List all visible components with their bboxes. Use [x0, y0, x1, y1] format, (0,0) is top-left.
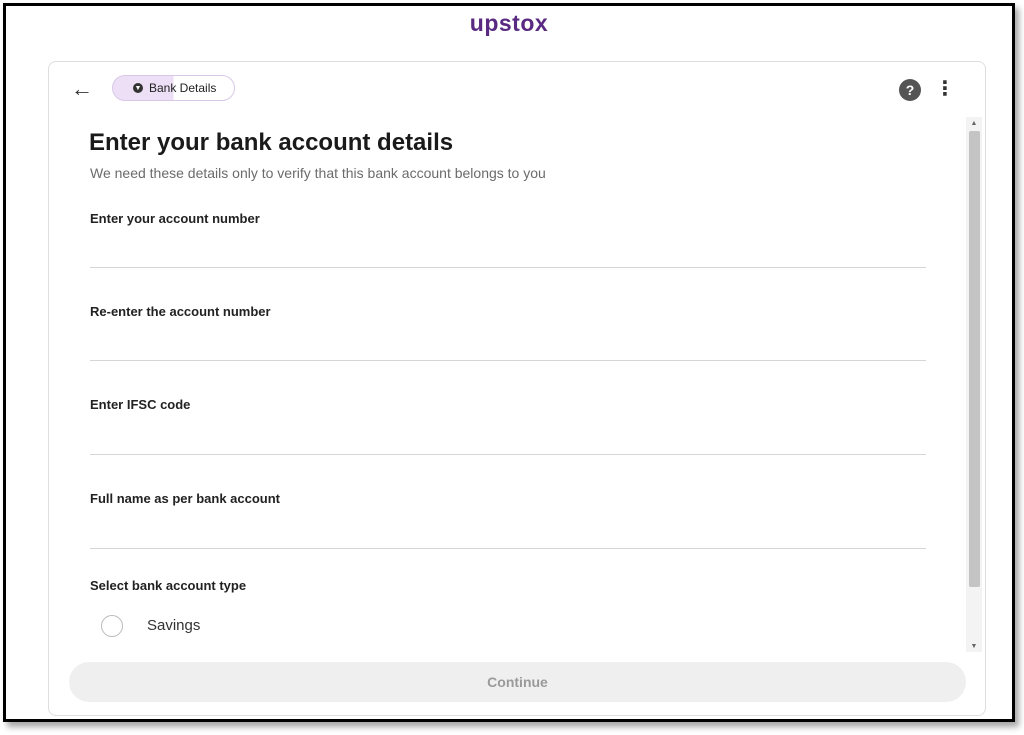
reenter-account-number-label: Re-enter the account number — [90, 304, 271, 319]
page-subtitle: We need these details only to verify tha… — [90, 165, 546, 181]
form-scroll-area[interactable]: Enter your bank account details We need … — [49, 117, 987, 652]
savings-radio[interactable] — [101, 615, 123, 637]
back-arrow-icon[interactable]: ← — [71, 76, 93, 102]
scrollbar-thumb[interactable] — [969, 131, 980, 587]
browser-frame: upstox ← ▼ Bank Details ? ⋮ Enter your b… — [3, 3, 1015, 722]
account-type-label: Select bank account type — [90, 578, 247, 593]
ifsc-code-label: Enter IFSC code — [90, 397, 191, 412]
continue-button[interactable]: Continue — [69, 662, 966, 702]
savings-radio-label[interactable]: Savings — [147, 617, 200, 634]
account-number-label: Enter your account number — [90, 211, 260, 226]
ifsc-code-input[interactable] — [90, 426, 926, 455]
brand-logo: upstox — [469, 10, 549, 36]
vertical-scrollbar[interactable]: ▲ ▼ — [966, 117, 982, 652]
full-name-input[interactable] — [90, 520, 926, 549]
bank-details-card: ← ▼ Bank Details ? ⋮ Enter your bank acc… — [48, 61, 986, 716]
more-vertical-icon[interactable]: ⋮ — [935, 76, 955, 102]
account-number-input[interactable] — [90, 239, 926, 268]
scroll-down-icon[interactable]: ▼ — [966, 640, 982, 652]
full-name-label: Full name as per bank account — [90, 491, 280, 506]
help-icon[interactable]: ? — [899, 79, 921, 101]
chevron-down-circle-icon: ▼ — [133, 83, 143, 93]
reenter-account-number-input[interactable] — [90, 332, 926, 361]
scroll-up-icon[interactable]: ▲ — [966, 117, 982, 129]
step-chip: ▼ Bank Details — [112, 75, 236, 101]
step-chip-label: Bank Details — [149, 81, 217, 95]
page-title: Enter your bank account details — [89, 129, 454, 156]
